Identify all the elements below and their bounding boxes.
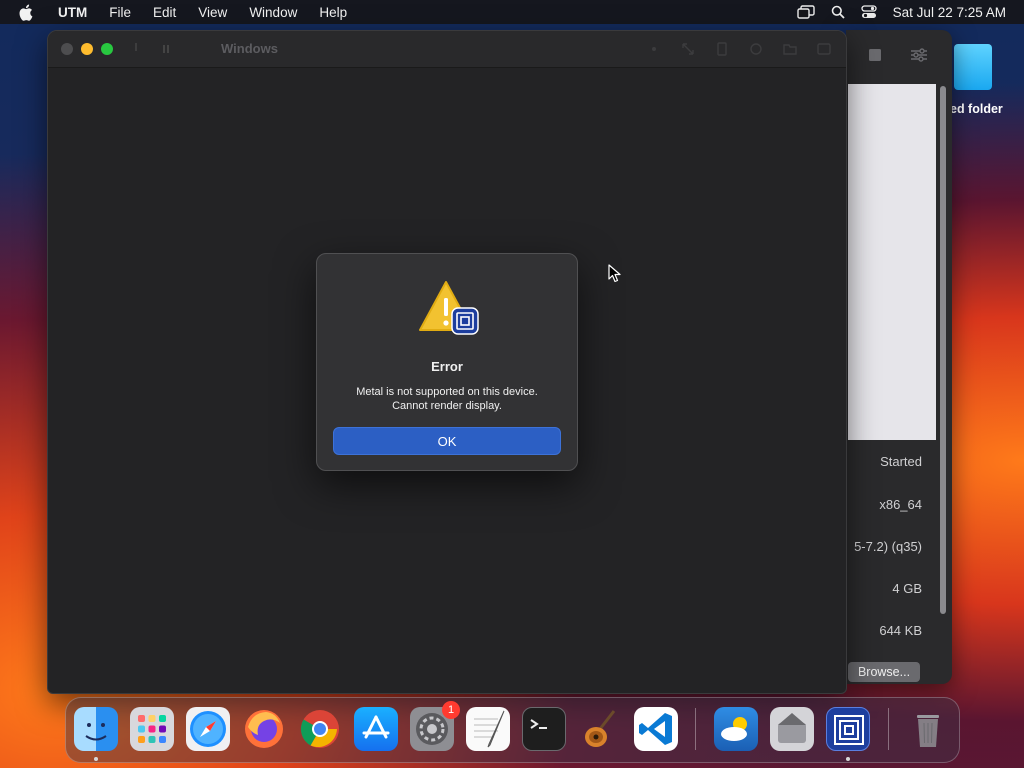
firefox-icon[interactable] xyxy=(242,707,286,751)
dialog-title: Error xyxy=(431,359,463,374)
dock-separator xyxy=(695,708,696,750)
menu-edit[interactable]: Edit xyxy=(153,5,176,20)
finder-icon[interactable] xyxy=(74,707,118,751)
dialog-message-line: Metal is not supported on this device. xyxy=(356,386,538,398)
vm-machine-value: 5-7.2) (q35) xyxy=(854,539,922,554)
desktop-folder[interactable]: ed folder xyxy=(950,44,1024,116)
spotlight-search-icon[interactable] xyxy=(831,5,845,19)
drive-icon[interactable] xyxy=(714,41,730,62)
usb-icon[interactable] xyxy=(748,41,764,62)
running-indicator xyxy=(846,757,850,761)
vm-memory-value: 4 GB xyxy=(892,581,922,596)
window-close-button[interactable] xyxy=(61,43,73,55)
menu-window[interactable]: Window xyxy=(249,5,297,20)
weather-icon[interactable] xyxy=(714,707,758,751)
notification-badge: 1 xyxy=(442,701,460,719)
shared-folder-icon[interactable] xyxy=(782,41,798,62)
capture-mouse-icon[interactable] xyxy=(646,41,662,62)
mouse-pointer-icon xyxy=(608,264,622,289)
settings-sliders-icon[interactable] xyxy=(910,48,928,67)
utm-icon[interactable] xyxy=(826,707,870,751)
pause-icon[interactable] xyxy=(160,41,172,62)
dialog-message-line: Cannot render display. xyxy=(392,400,502,412)
garageband-icon[interactable] xyxy=(578,707,622,751)
menu-view[interactable]: View xyxy=(198,5,227,20)
vm-architecture-value: x86_64 xyxy=(879,497,922,512)
menu-bar: UTM File Edit View Window Help Sat Jul 2… xyxy=(0,0,1024,24)
vm-titlebar[interactable]: Windows xyxy=(48,31,846,68)
window-zoom-button[interactable] xyxy=(101,43,113,55)
folder-icon xyxy=(954,44,992,90)
chrome-icon[interactable] xyxy=(298,707,342,751)
ok-button[interactable]: OK xyxy=(333,427,561,455)
running-indicator xyxy=(94,757,98,761)
power-icon[interactable] xyxy=(130,41,142,62)
window-minimize-button[interactable] xyxy=(81,43,93,55)
app-store-icon[interactable] xyxy=(354,707,398,751)
menu-help[interactable]: Help xyxy=(319,5,347,20)
vm-status-value: Started xyxy=(880,454,922,469)
system-settings-icon[interactable]: 1 xyxy=(410,701,460,751)
browse-button[interactable]: Browse... xyxy=(848,662,920,682)
stop-icon[interactable] xyxy=(868,48,882,67)
clock-datetime[interactable]: Sat Jul 22 7:25 AM xyxy=(893,5,1006,20)
vscode-icon[interactable] xyxy=(634,707,678,751)
desktop-folder-label: ed folder xyxy=(950,102,1003,116)
warning-utm-icon xyxy=(416,278,480,338)
vm-window-title: Windows xyxy=(221,41,278,56)
safari-icon[interactable] xyxy=(186,707,230,751)
textedit-icon[interactable] xyxy=(466,707,510,751)
menu-app-utm[interactable]: UTM xyxy=(58,5,87,20)
apple-menu-icon[interactable] xyxy=(18,4,36,21)
terminal-icon[interactable] xyxy=(522,707,566,751)
vm-preview-screenshot[interactable] xyxy=(848,84,936,440)
menu-file[interactable]: File xyxy=(109,5,131,20)
screen-mirroring-icon[interactable] xyxy=(796,5,815,19)
utm-main-window: Started x86_64 5-7.2) (q35) 4 GB 644 KB … xyxy=(846,30,952,684)
resize-icon[interactable] xyxy=(680,41,696,62)
vm-size-value: 644 KB xyxy=(879,623,922,638)
error-alert-dialog: Error Metal is not supported on this dev… xyxy=(316,253,578,471)
migration-icon[interactable] xyxy=(770,707,814,751)
windows-icon[interactable] xyxy=(816,41,832,62)
scrollbar-thumb[interactable] xyxy=(940,86,946,614)
launchpad-icon[interactable] xyxy=(130,707,174,751)
dialog-message: Metal is not supported on this device. C… xyxy=(317,385,577,413)
trash-icon[interactable] xyxy=(906,707,950,751)
control-center-icon[interactable] xyxy=(861,5,877,19)
dock-separator xyxy=(888,708,889,750)
dock: 1 xyxy=(65,697,960,763)
